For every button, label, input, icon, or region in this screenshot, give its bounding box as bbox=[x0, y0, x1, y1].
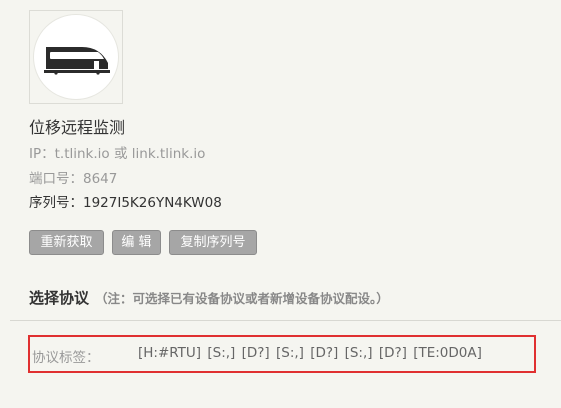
device-port: 端口号：8647 bbox=[29, 171, 118, 187]
device-serial: 序列号：1927I5K26YN4KW08 bbox=[29, 195, 222, 211]
protocol-tag-values: [H:#RTU] [S:,] [D?] [S:,] [D?] [S:,] [D?… bbox=[138, 345, 482, 361]
refetch-button[interactable]: 重新获取 bbox=[29, 230, 104, 255]
device-avatar bbox=[29, 10, 123, 104]
section-divider bbox=[10, 320, 561, 321]
edit-button[interactable]: 编 辑 bbox=[112, 230, 161, 255]
protocol-tag-label: 协议标签： bbox=[32, 350, 100, 366]
protocol-section-note: （注：可选择已有设备协议或者新增设备协议配设。） bbox=[95, 291, 389, 306]
device-name: 位移远程监测 bbox=[29, 118, 126, 137]
protocol-tag-box: 协议标签： [H:#RTU] [S:,] [D?] [S:,] [D?] [S:… bbox=[28, 335, 536, 373]
protocol-section-header: 选择协议 （注：可选择已有设备协议或者新增设备协议配设。） bbox=[29, 287, 389, 308]
device-ip: IP：t.tlink.io 或 link.tlink.io bbox=[29, 146, 206, 162]
protocol-section-title: 选择协议 bbox=[29, 289, 90, 307]
train-icon bbox=[44, 47, 110, 75]
avatar-circle bbox=[33, 14, 119, 100]
copy-serial-button[interactable]: 复制序列号 bbox=[169, 230, 257, 255]
